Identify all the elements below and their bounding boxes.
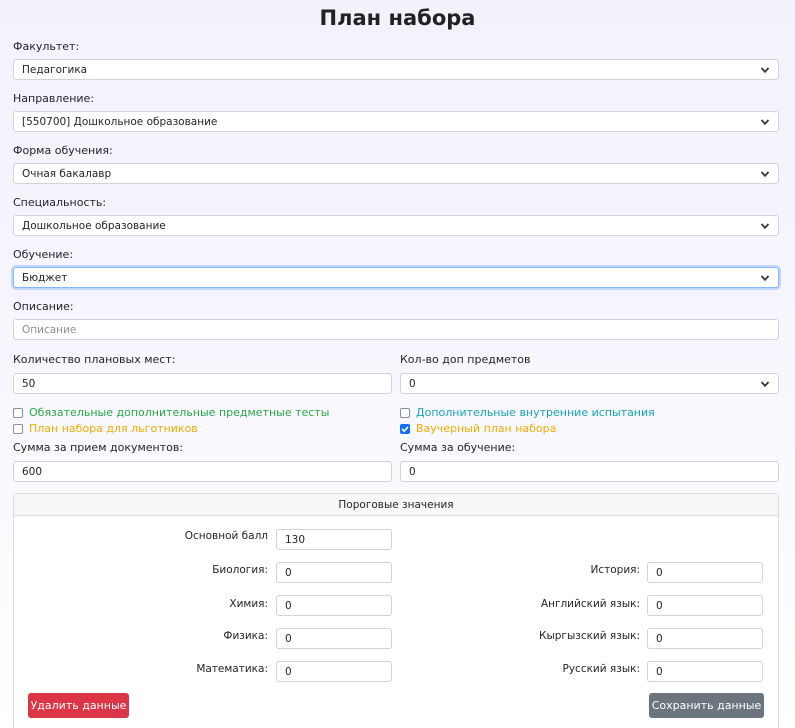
chevron-down-icon (760, 380, 770, 387)
english-label: Английский язык: (540, 598, 640, 610)
kyrgyz-label: Кыргызский язык: (539, 630, 640, 642)
benefit-plan-label: План набора для льготников (29, 422, 198, 435)
thresholds-title: Пороговые значения (14, 494, 778, 516)
biology-value: 0 (285, 566, 292, 579)
plan-places-label: Количество плановых мест: (13, 353, 176, 366)
doc-fee-input[interactable]: 600 (13, 461, 392, 482)
direction-select[interactable]: [550700] Дошкольное образование (13, 111, 779, 132)
specialty-select[interactable]: Дошкольное образование (13, 215, 779, 236)
plan-places-input[interactable]: 50 (13, 373, 392, 394)
main-score-value: 130 (285, 533, 306, 546)
internal-exams-label: Дополнительные внутренние испытания (416, 406, 655, 419)
faculty-select[interactable]: Педагогика (13, 59, 779, 80)
checkbox-box-checked[interactable] (400, 423, 410, 434)
direction-value: [550700] Дошкольное образование (22, 115, 218, 128)
description-label: Описание: (13, 300, 74, 313)
math-input[interactable]: 0 (276, 661, 392, 682)
study-form-select[interactable]: Очная бакалавр (13, 163, 779, 184)
specialty-value: Дошкольное образование (22, 219, 166, 232)
required-tests-label: Обязательные дополнительные предметные т… (29, 406, 330, 419)
history-value: 0 (656, 566, 663, 579)
study-form-label: Форма обучения: (13, 144, 113, 157)
kyrgyz-input[interactable]: 0 (647, 628, 763, 649)
check-icon (401, 425, 409, 432)
specialty-label: Специальность: (13, 196, 107, 209)
main-score-label: Основной балл (184, 530, 268, 542)
english-input[interactable]: 0 (647, 595, 763, 616)
russian-label: Русский язык: (562, 663, 641, 675)
internal-exams-checkbox[interactable]: Дополнительные внутренние испытания (400, 406, 655, 419)
delete-button[interactable]: Удалить данные (28, 693, 129, 718)
history-input[interactable]: 0 (647, 562, 763, 583)
tuition-fee-input[interactable]: 0 (400, 461, 779, 482)
physics-input[interactable]: 0 (276, 628, 392, 649)
physics-value: 0 (285, 632, 292, 645)
english-value: 0 (656, 599, 663, 612)
math-label: Математика: (196, 663, 268, 675)
kyrgyz-value: 0 (656, 632, 663, 645)
extra-subjects-value: 0 (409, 377, 416, 390)
chemistry-value: 0 (285, 599, 292, 612)
history-label: История: (590, 564, 640, 576)
page-title: План набора (319, 6, 476, 30)
doc-fee-label: Сумма за прием документов: (13, 441, 184, 454)
tuition-fee-value: 0 (409, 465, 416, 478)
study-form-value: Очная бакалавр (22, 167, 112, 180)
biology-label: Биология: (212, 564, 268, 576)
direction-label: Направление: (13, 92, 95, 105)
main-score-input[interactable]: 130 (276, 529, 392, 550)
physics-label: Физика: (223, 630, 268, 642)
tuition-fee-label: Сумма за обучение: (400, 441, 516, 454)
chevron-down-icon (760, 170, 770, 177)
extra-subjects-label: Кол-во доп предметов (400, 353, 531, 366)
education-select[interactable]: Бюджет (13, 267, 779, 288)
education-value: Бюджет (22, 271, 68, 284)
faculty-value: Педагогика (22, 63, 88, 76)
voucher-plan-label: Ваучерный план набора (416, 422, 557, 435)
russian-value: 0 (656, 665, 663, 678)
chevron-down-icon (760, 66, 770, 73)
benefit-plan-checkbox[interactable]: План набора для льготников (13, 422, 198, 435)
checkbox-box[interactable] (13, 423, 23, 434)
extra-subjects-select[interactable]: 0 (400, 373, 779, 394)
math-value: 0 (285, 665, 292, 678)
doc-fee-value: 600 (22, 465, 43, 478)
chevron-down-icon (760, 118, 770, 125)
biology-input[interactable]: 0 (276, 562, 392, 583)
required-tests-checkbox[interactable]: Обязательные дополнительные предметные т… (13, 406, 329, 419)
russian-input[interactable]: 0 (647, 661, 763, 682)
chevron-down-icon (760, 222, 770, 229)
education-label: Обучение: (13, 248, 74, 261)
description-input[interactable]: Описание (13, 319, 779, 340)
chevron-down-icon (760, 274, 770, 281)
checkbox-box[interactable] (13, 407, 23, 418)
voucher-plan-checkbox[interactable]: Ваучерный план набора (400, 422, 556, 435)
chemistry-input[interactable]: 0 (276, 595, 392, 616)
plan-places-value: 50 (22, 377, 36, 390)
save-button[interactable]: Сохранить данные (649, 693, 764, 718)
chemistry-label: Химия: (229, 598, 268, 610)
description-placeholder: Описание (22, 323, 77, 336)
checkbox-box[interactable] (400, 407, 410, 418)
faculty-label: Факультет: (13, 40, 80, 53)
